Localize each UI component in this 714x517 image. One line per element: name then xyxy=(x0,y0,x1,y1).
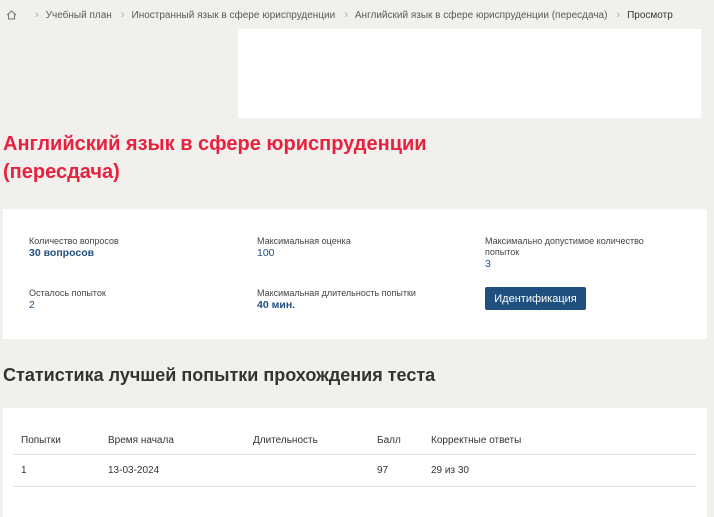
remaining-attempts-value: 2 xyxy=(29,299,35,311)
max-score-label: Максимальная оценка xyxy=(257,236,351,246)
test-info-card: Количество вопросов 30 вопросов Максимал… xyxy=(3,209,707,339)
breadcrumb-item-english-retake[interactable]: Английский язык в сфере юриспруденции (п… xyxy=(355,10,608,21)
cell-attempt: 1 xyxy=(13,454,100,487)
col-header-start-time: Время начала xyxy=(100,428,245,455)
max-attempts: Максимально допустимое количество попыто… xyxy=(485,236,644,270)
cell-duration xyxy=(245,454,369,487)
chevron-right-icon: › xyxy=(616,9,621,21)
max-duration-label: Максимальная длительность попытки xyxy=(257,288,416,298)
max-attempts-label-line2: попыток xyxy=(485,247,520,257)
cell-correct-answers: 29 из 30 xyxy=(423,454,696,487)
page-title-line2: (пересдача) xyxy=(3,161,120,183)
chevron-right-icon: › xyxy=(344,9,348,21)
max-attempts-label-line1: Максимально допустимое количество xyxy=(485,236,644,246)
col-header-duration: Длительность xyxy=(245,428,369,455)
cell-score: 97 xyxy=(369,454,423,487)
stats-card: Попытки Время начала Длительность Балл К… xyxy=(3,408,707,517)
page-title: Английский язык в сфере юриспруденции (п… xyxy=(3,130,523,186)
remaining-attempts-label: Осталось попыток xyxy=(29,288,106,298)
breadcrumb-item-foreign-language[interactable]: Иностранный язык в сфере юриспруденции xyxy=(132,10,336,21)
breadcrumb-current: Просмотр xyxy=(627,9,673,21)
max-attempts-value: 3 xyxy=(485,258,491,270)
table-row: 1 13-03-2024 97 29 из 30 xyxy=(13,454,696,487)
stats-table: Попытки Время начала Длительность Балл К… xyxy=(13,428,696,487)
table-header-row: Попытки Время начала Длительность Балл К… xyxy=(13,428,696,455)
breadcrumb-item-curriculum[interactable]: Учебный план xyxy=(46,10,112,21)
max-score-value: 100 xyxy=(257,247,275,259)
max-score: Максимальная оценка 100 xyxy=(257,236,351,259)
banner-placeholder xyxy=(238,29,701,118)
col-header-correct-answers: Корректные ответы xyxy=(423,428,696,455)
questions-count: Количество вопросов 30 вопросов xyxy=(29,236,119,259)
identification-button[interactable]: Идентификация xyxy=(485,287,586,310)
page-title-line1: Английский язык в сфере юриспруденции xyxy=(3,133,427,155)
questions-count-value: 30 вопросов xyxy=(29,247,95,259)
breadcrumb: › Учебный план › Иностранный язык в сфер… xyxy=(6,8,673,22)
remaining-attempts: Осталось попыток 2 xyxy=(29,288,106,311)
chevron-right-icon: › xyxy=(35,9,39,21)
max-duration: Максимальная длительность попытки 40 мин… xyxy=(257,288,416,311)
home-icon[interactable] xyxy=(6,10,17,20)
col-header-attempts: Попытки xyxy=(13,428,100,455)
questions-count-label: Количество вопросов xyxy=(29,236,119,246)
cell-start-time: 13-03-2024 xyxy=(100,454,245,487)
chevron-right-icon: › xyxy=(120,9,125,21)
stats-section-title: Статистика лучшей попытки прохождения те… xyxy=(3,365,436,385)
max-duration-value: 40 мин. xyxy=(257,299,296,311)
col-header-score: Балл xyxy=(369,428,423,455)
